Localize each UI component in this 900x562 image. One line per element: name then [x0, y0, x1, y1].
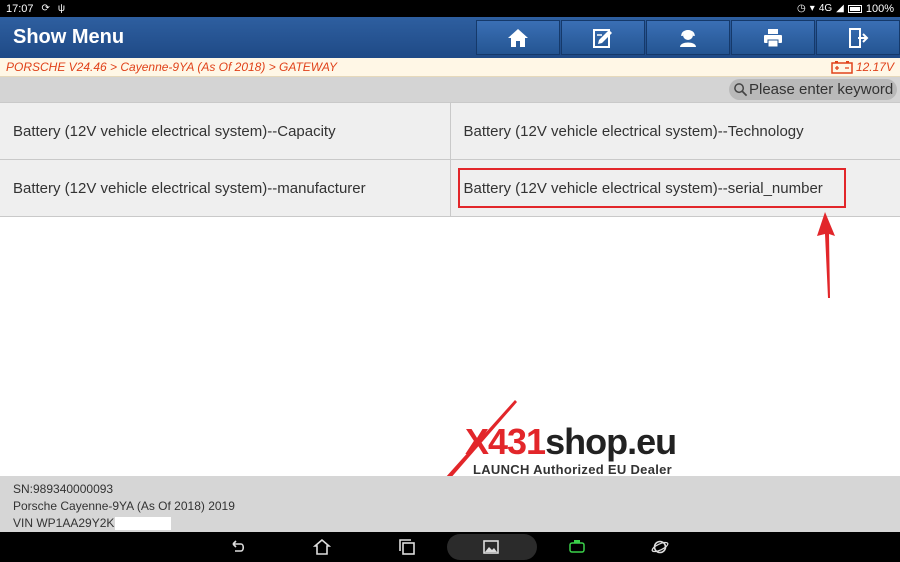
search-row — [0, 77, 900, 102]
vin-row: VIN WP1AA29Y2K — [13, 515, 887, 532]
usb-icon: ψ — [57, 2, 66, 14]
vehicle-info: SN:989340000093 Porsche Cayenne-9YA (As … — [0, 476, 900, 532]
header-bar: Show Menu — [0, 17, 900, 58]
sync-icon: ⟳ — [41, 2, 50, 14]
menu-grid: Battery (12V vehicle electrical system)-… — [0, 102, 900, 217]
clock: 17:07 — [6, 2, 34, 15]
watermark-x: X — [465, 421, 489, 462]
battery-voltage: 12.17V — [831, 60, 894, 74]
browser-button[interactable] — [646, 535, 674, 559]
car-battery-icon — [831, 60, 853, 74]
back-button[interactable] — [224, 535, 252, 559]
watermark-number: 431 — [488, 421, 546, 462]
search-input[interactable] — [748, 81, 898, 98]
recent-apps-icon — [399, 539, 415, 555]
back-icon — [232, 540, 245, 552]
menu-row: Battery (12V vehicle electrical system)-… — [0, 103, 900, 160]
planet-icon — [651, 540, 669, 554]
home-icon — [313, 538, 331, 555]
vin: VIN WP1AA29Y2K — [13, 516, 115, 530]
network-type: 4G — [818, 2, 833, 14]
menu-row: Battery (12V vehicle electrical system)-… — [0, 160, 900, 217]
menu-item-label: Battery (12V vehicle electrical system)-… — [463, 122, 804, 140]
menu-item-label: Battery (12V vehicle electrical system)-… — [463, 179, 823, 197]
vci-icon — [569, 540, 585, 553]
battery-icon — [847, 4, 862, 13]
signal-icon: ◢ — [836, 2, 844, 14]
menu-item-label: Battery (12V vehicle electrical system)-… — [13, 122, 336, 140]
exit-icon — [849, 27, 869, 48]
edit-button[interactable] — [561, 20, 645, 55]
nav-bar — [0, 532, 900, 562]
toolbar — [476, 20, 900, 55]
image-icon — [483, 540, 499, 554]
recent-apps-button[interactable] — [393, 535, 421, 559]
nav-home-button[interactable] — [308, 535, 336, 559]
edit-icon — [593, 28, 612, 48]
alarm-icon: ◷ — [797, 2, 806, 14]
vehicle-model: Porsche Cayenne-9YA (As Of 2018) 2019 — [13, 499, 235, 513]
status-bar: 17:07 ⟳ ψ ◷ ▾ 4G ◢ 100% — [0, 0, 900, 17]
watermark-shop: shop.eu — [545, 421, 677, 462]
menu-item-label: Battery (12V vehicle electrical system)-… — [13, 179, 366, 197]
watermark-logo: X431shop.eu — [465, 421, 677, 463]
menu-item-manufacturer[interactable]: Battery (12V vehicle electrical system)-… — [0, 160, 450, 216]
vci-button[interactable] — [563, 535, 591, 559]
menu-item-capacity[interactable]: Battery (12V vehicle electrical system)-… — [0, 103, 450, 159]
breadcrumb-path: PORSCHE V24.46 > Cayenne-9YA (As Of 2018… — [6, 60, 338, 74]
search-box[interactable] — [729, 79, 898, 100]
support-icon — [680, 29, 696, 47]
breadcrumb: PORSCHE V24.46 > Cayenne-9YA (As Of 2018… — [0, 58, 900, 77]
annotation-arrow — [817, 212, 835, 298]
home-icon — [508, 28, 528, 47]
serial-number: SN:989340000093 — [13, 482, 114, 496]
support-button[interactable] — [646, 20, 730, 55]
home-button[interactable] — [476, 20, 560, 55]
screenshot-button[interactable] — [477, 535, 505, 559]
battery-level: 100% — [865, 2, 894, 15]
watermark-tagline: LAUNCH Authorized EU Dealer — [473, 462, 673, 477]
vin-redaction — [115, 517, 172, 531]
exit-button[interactable] — [816, 20, 900, 55]
wifi-icon: ▾ — [809, 2, 815, 14]
print-icon — [764, 28, 782, 47]
page-title: Show Menu — [13, 26, 125, 48]
search-icon — [734, 83, 748, 97]
voltage-value: 12.17V — [855, 60, 894, 74]
menu-item-technology[interactable]: Battery (12V vehicle electrical system)-… — [449, 103, 900, 159]
print-button[interactable] — [731, 20, 815, 55]
